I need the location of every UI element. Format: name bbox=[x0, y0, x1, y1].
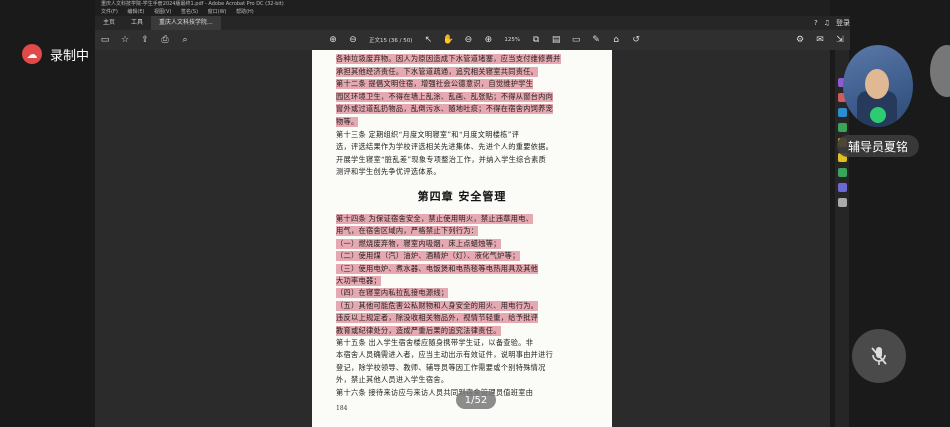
print-icon[interactable]: ⎙ bbox=[159, 34, 171, 46]
stamp-icon[interactable]: ⌂ bbox=[610, 34, 622, 46]
tab-document[interactable]: 重庆人文科技学院... bbox=[151, 16, 221, 30]
bookmark-icon[interactable]: ☆ bbox=[119, 34, 131, 46]
main-toolbar: ▭ ☆ ⇪ ⎙ ⌕ ⊕ ⊖ 正文15 (36 / 50) ↖ ✋ ⊖ ⊕ 125… bbox=[95, 30, 850, 50]
cloud-record-icon: ☁ bbox=[22, 44, 42, 64]
menu-help[interactable]: 帮助(H) bbox=[236, 9, 254, 15]
prev-page-icon[interactable]: ⊕ bbox=[327, 34, 339, 46]
document-line: 第十五条 出入学生宿舍楼应随身携带学生证，以备查验。非 bbox=[336, 338, 534, 347]
tool-print-icon[interactable] bbox=[837, 168, 847, 177]
header-right: ? ♫ 登录 bbox=[790, 16, 850, 30]
camera-bubble[interactable] bbox=[930, 45, 950, 97]
page-counter[interactable]: 1/52 bbox=[456, 391, 496, 409]
save-icon[interactable]: ▭ bbox=[99, 34, 111, 46]
document-line: 第十三条 定期组织“月度文明寝室”和“月度文明楼栋”评 bbox=[336, 129, 520, 139]
recording-indicator[interactable]: ☁ 录制中 bbox=[22, 42, 89, 66]
document-line: 登记，除学校领导、教师、辅导员等因工作需要或个别特殊情况 bbox=[336, 362, 546, 372]
login-button[interactable]: 登录 bbox=[836, 18, 850, 28]
tab-bar: 主页 工具 重庆人文科技学院... bbox=[95, 16, 850, 30]
highlight-icon[interactable]: ▤ bbox=[550, 34, 562, 46]
document-line: （二）使用煤（汽）油炉、酒精炉（灯）、液化气炉等； bbox=[336, 251, 520, 262]
document-line: 开展学生寝室“脏乱差”现象专项整治工作，并纳入学生综合素质 bbox=[336, 154, 547, 164]
tool-edit-icon[interactable] bbox=[837, 108, 847, 117]
document-line: 测评和学生创先争优评选体系。 bbox=[336, 167, 441, 177]
mute-button[interactable] bbox=[852, 329, 906, 383]
page-indicator[interactable]: 正文15 (36 / 50) bbox=[369, 36, 412, 44]
mic-active-icon bbox=[870, 107, 886, 123]
menu-edit[interactable]: 编辑(E) bbox=[127, 9, 144, 15]
menu-bar: 文件(F) 编辑(E) 视图(V) 签名(S) 窗口(W) 帮助(H) bbox=[95, 8, 830, 16]
window-title: 重庆人文科技学院-学生手册2024版最终1.pdf - Adobe Acroba… bbox=[95, 0, 830, 8]
document-line: （三）使用电炉、煮水器、电饭煲和电热毯等电热用具及其他 bbox=[336, 263, 539, 274]
bell-icon[interactable]: ♫ bbox=[824, 19, 830, 27]
select-icon[interactable]: ↖ bbox=[422, 34, 434, 46]
document-line: （四）在寝室内私拉乱接电源线； bbox=[336, 288, 449, 299]
collapse-icon[interactable]: ⇲ bbox=[834, 34, 846, 46]
comment-icon[interactable]: ▭ bbox=[570, 34, 582, 46]
document-line: 外，禁止其他人员进入学生宿舍。 bbox=[336, 375, 449, 385]
document-line: 教育或纪律处分，造成严重后果的追究法律责任。 bbox=[336, 325, 501, 336]
hand-icon[interactable]: ✋ bbox=[442, 34, 454, 46]
document-line: 本宿舍人员确需进入者，应当主动出示有效证件，说明事由并进行 bbox=[336, 350, 554, 360]
help-icon[interactable]: ? bbox=[814, 19, 818, 27]
menu-file[interactable]: 文件(F) bbox=[101, 9, 118, 15]
document-line: 窗外或过道乱扔物品，乱倒污水、随地吐痰；不得在宿舍内饲养宠 bbox=[336, 104, 554, 115]
menu-sign[interactable]: 签名(S) bbox=[181, 9, 198, 15]
document-line: （一）燃烧废弃物，寝室内吸烟，床上点蜡烛等； bbox=[336, 238, 501, 249]
pen-icon[interactable]: ✎ bbox=[590, 34, 602, 46]
document-line: 违反以上规定者，除没收相关物品外，视情节轻重，给予批评 bbox=[336, 313, 539, 324]
chapter-title: 第四章 安全管理 bbox=[417, 190, 507, 203]
document-line: 园区环境卫生，不得在墙上乱涂、乱画、乱张贴；不得从窗台内向 bbox=[336, 91, 554, 102]
more-icon[interactable]: ↺ bbox=[630, 34, 642, 46]
tool-sign-icon[interactable] bbox=[837, 198, 847, 207]
document-line: 各种垃圾废弃物。因人为原因造成下水管道堵塞，应当支付维修费并 bbox=[336, 54, 561, 64]
document-line: 物等。 bbox=[336, 117, 359, 127]
mic-off-icon bbox=[871, 347, 887, 365]
menu-window[interactable]: 窗口(W) bbox=[208, 9, 227, 15]
search-icon[interactable]: ⌕ bbox=[179, 34, 191, 46]
zoom-in-icon[interactable]: ⊕ bbox=[482, 34, 494, 46]
tool-organize-icon[interactable] bbox=[837, 123, 847, 132]
zoom-out-icon[interactable]: ⊖ bbox=[462, 34, 474, 46]
document-line: 第十六条 接待来访应与来访人员共同到宿舍管理员值班室由 bbox=[336, 387, 534, 397]
document-line: 承担其他经济责任。下水管道疏通，追究相关寝室共同责任。 bbox=[336, 66, 539, 77]
upload-icon[interactable]: ⇪ bbox=[139, 34, 151, 46]
tool-protect-icon[interactable] bbox=[837, 183, 847, 192]
fit-page-icon[interactable]: ⧉ bbox=[530, 34, 542, 46]
document-line: 第十四条 为保证宿舍安全，禁止使用明火，禁止违章用电、 bbox=[336, 214, 534, 224]
speaker-name: 辅导员夏铭 bbox=[837, 135, 919, 157]
tab-home[interactable]: 主页 bbox=[95, 16, 123, 30]
document-line: （五）其他可能危害公私财物和人身安全的用火、用电行为。 bbox=[336, 300, 539, 311]
document-line: 大功率电器； bbox=[336, 276, 381, 286]
document-line: 第十二条 提倡文明住宿，增强社会公德意识，自觉维护学生 bbox=[336, 79, 534, 90]
recording-label: 录制中 bbox=[50, 48, 90, 64]
document-line: 用气，在宿舍区域内，严格禁止下列行为： bbox=[336, 226, 479, 237]
mail-icon[interactable]: ✉ bbox=[814, 34, 826, 46]
document-line: 选，评选结果作为学校评选相关先进集体、先进个人的重要依据。 bbox=[336, 142, 554, 152]
share-icon[interactable]: ⚙ bbox=[794, 34, 806, 46]
pdf-page: 各种垃圾废弃物。因人为原因造成下水管道堵塞，应当支付维修费并 承担其他经济责任。下… bbox=[312, 50, 612, 427]
tab-tools[interactable]: 工具 bbox=[123, 16, 151, 30]
zoom-level[interactable]: 125% bbox=[504, 37, 520, 43]
next-page-icon[interactable]: ⊖ bbox=[347, 34, 359, 46]
page-number: 184 bbox=[336, 405, 348, 412]
menu-view[interactable]: 视图(V) bbox=[154, 9, 171, 15]
